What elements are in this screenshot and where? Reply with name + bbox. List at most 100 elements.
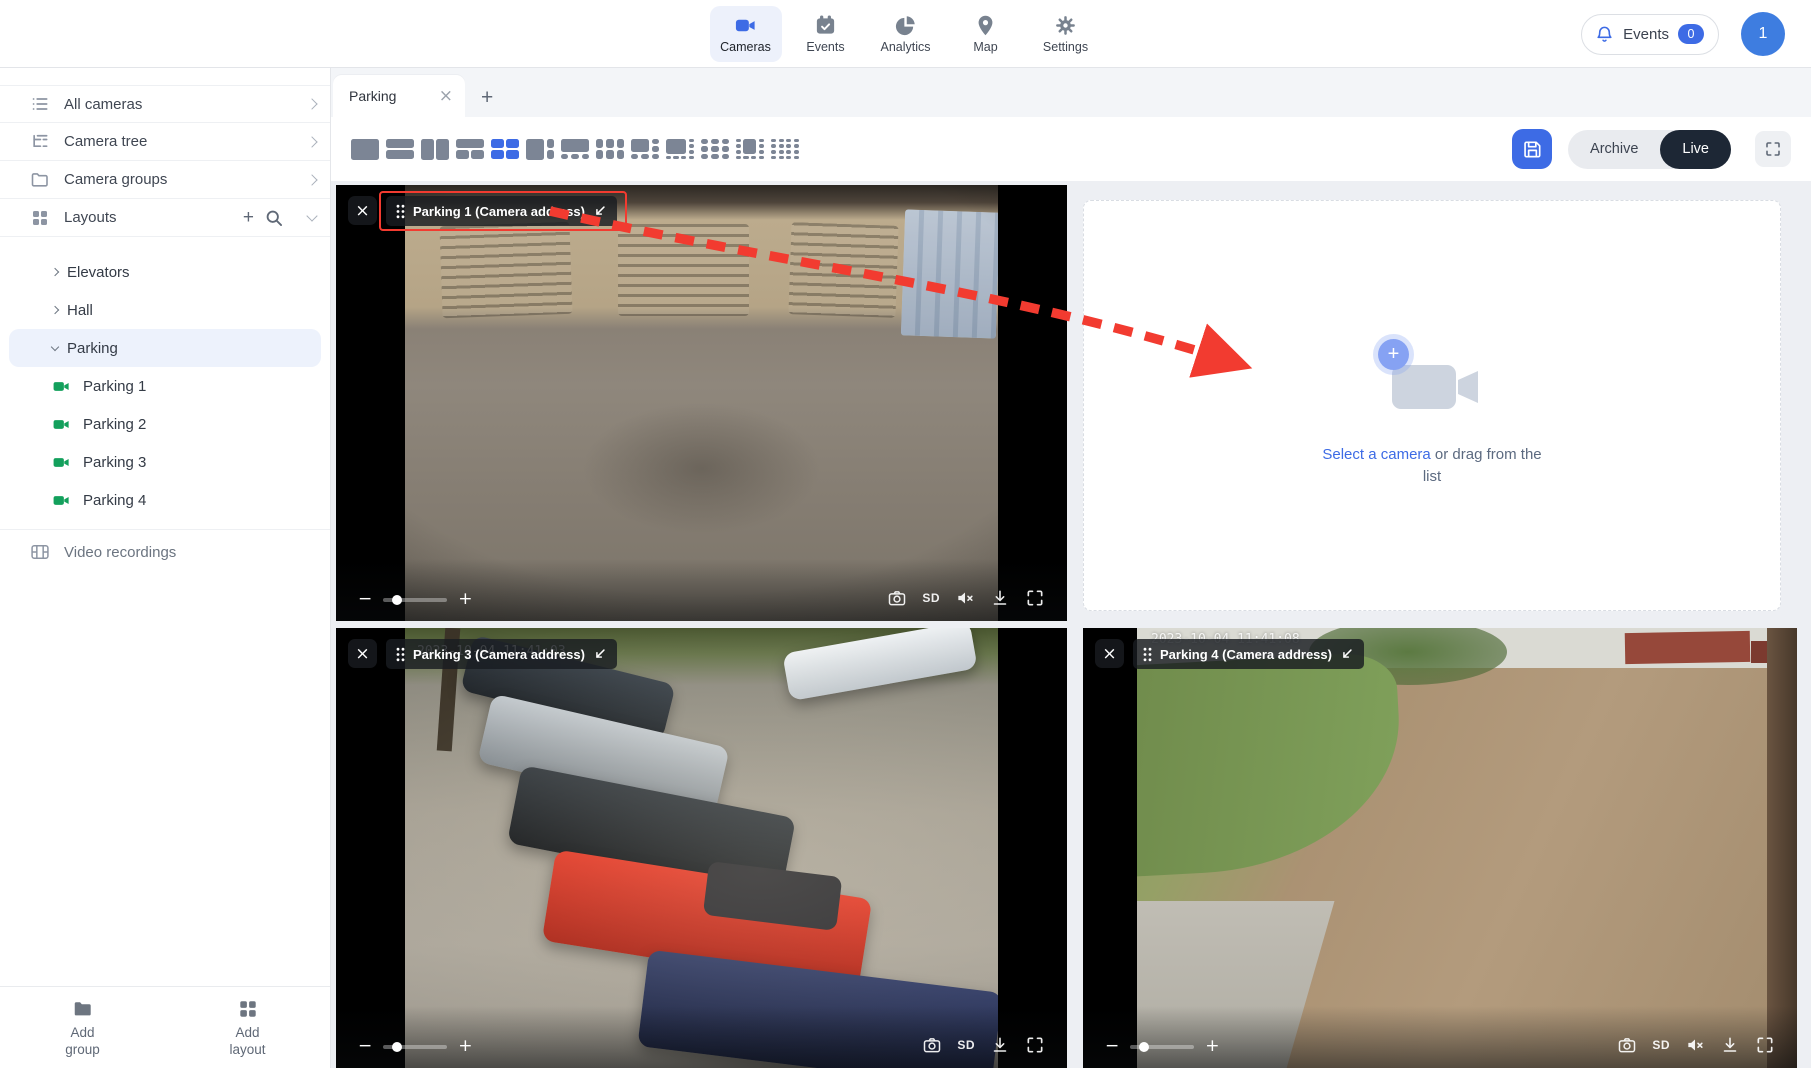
camera-item-label: Parking 2 <box>83 416 146 433</box>
zoom-slider[interactable] <box>383 598 447 602</box>
user-avatar[interactable]: 1 <box>1741 12 1785 56</box>
search-icon[interactable] <box>264 208 284 228</box>
mute-icon[interactable] <box>955 588 975 608</box>
camera-item-parking-1[interactable]: Parking 1 <box>0 367 330 405</box>
fullscreen-layout-button[interactable] <box>1755 131 1791 167</box>
nav-label-map: Map <box>973 40 997 54</box>
tab-parking[interactable]: Parking × <box>333 75 465 117</box>
zoom-slider-handle[interactable] <box>392 595 402 605</box>
sidebar-item-layouts[interactable]: Layouts + <box>0 199 330 237</box>
snapshot-icon[interactable] <box>887 588 907 608</box>
empty-camera-slot[interactable]: + Select a camera or drag from the list <box>1083 185 1797 621</box>
select-camera-link[interactable]: Select a camera <box>1322 446 1430 463</box>
add-camera-plus-icon[interactable]: + <box>1378 339 1409 370</box>
zoom-slider[interactable] <box>383 1045 447 1049</box>
collapse-arrow-icon[interactable] <box>593 204 607 218</box>
quality-badge[interactable]: SD <box>922 591 940 605</box>
tree-item-parking[interactable]: Parking <box>9 329 321 367</box>
camera-title-pill-parking-3[interactable]: Parking 3 (Camera address) <box>386 639 617 669</box>
collapse-arrow-icon[interactable] <box>1340 647 1354 661</box>
camera-item-parking-4[interactable]: Parking 4 <box>0 481 330 519</box>
empty-slot-card[interactable]: + Select a camera or drag from the list <box>1083 200 1781 611</box>
zoom-out-button[interactable]: − <box>1105 1038 1119 1055</box>
layout-1-plus-2-right-icon[interactable] <box>526 139 554 160</box>
sidebar-item-video-recordings[interactable]: Video recordings <box>0 530 330 574</box>
archive-button[interactable]: Archive <box>1568 130 1660 169</box>
layout-2x3-icon[interactable] <box>596 139 624 160</box>
camera-item-label: Parking 3 <box>83 454 146 471</box>
zoom-slider-handle[interactable] <box>392 1042 402 1052</box>
zoom-in-button[interactable]: + <box>458 591 472 608</box>
layout-1-plus-11-icon[interactable] <box>736 139 764 160</box>
fullscreen-icon[interactable] <box>1025 1035 1045 1055</box>
snapshot-icon[interactable] <box>922 1035 942 1055</box>
camera-tile-parking-4[interactable]: 2023-10-04 11:41:08 × Parking 4 (Camera … <box>1083 628 1797 1068</box>
camera-item-parking-3[interactable]: Parking 3 <box>0 443 330 481</box>
download-icon[interactable] <box>1720 1035 1740 1055</box>
tile-controls: − + SD <box>336 559 1067 621</box>
layout-4x4-icon[interactable] <box>771 139 799 160</box>
remove-camera-button[interactable]: × <box>1095 639 1124 668</box>
layout-2-cols-icon[interactable] <box>421 139 449 160</box>
camera-title: Parking 4 (Camera address) <box>1160 647 1332 662</box>
zoom-slider[interactable] <box>1130 1045 1194 1049</box>
app-window: Cameras Events Analytics Map Settings <box>0 0 1811 1068</box>
tree-item-hall[interactable]: Hall <box>0 291 330 329</box>
collapse-arrow-icon[interactable] <box>593 647 607 661</box>
sidebar-item-all-cameras[interactable]: All cameras <box>0 85 330 123</box>
zoom-in-button[interactable]: + <box>1205 1038 1219 1055</box>
layout-1-plus-5-icon[interactable] <box>631 139 659 160</box>
zoom-out-button[interactable]: − <box>358 591 372 608</box>
tree-item-elevators[interactable]: Elevators <box>0 253 330 291</box>
add-layout-button[interactable]: Add layout <box>165 987 330 1068</box>
layout-1-plus-3-bottom-icon[interactable] <box>561 139 589 160</box>
camera-title-pill-parking-4[interactable]: Parking 4 (Camera address) <box>1133 639 1364 669</box>
camera-title-pill-parking-1[interactable]: Parking 1 (Camera address) <box>386 196 617 226</box>
nav-tab-analytics[interactable]: Analytics <box>870 6 942 62</box>
layout-1-plus-7-icon[interactable] <box>666 139 694 160</box>
events-button[interactable]: Events 0 <box>1581 14 1719 55</box>
layout-2-rows-icon[interactable] <box>386 139 414 160</box>
nav-tab-events[interactable]: Events <box>790 6 862 62</box>
nav-tab-map[interactable]: Map <box>950 6 1022 62</box>
chevron-down-icon[interactable] <box>306 210 317 221</box>
tile-action-icons: SD <box>922 1035 1045 1055</box>
snapshot-icon[interactable] <box>1617 1035 1637 1055</box>
zoom-out-button[interactable]: − <box>358 1038 372 1055</box>
sidebar-item-camera-tree[interactable]: Camera tree <box>0 123 330 161</box>
map-pin-icon <box>974 14 997 37</box>
nav-label-settings: Settings <box>1043 40 1088 54</box>
download-icon[interactable] <box>990 588 1010 608</box>
zoom-in-button[interactable]: + <box>458 1038 472 1055</box>
camera-tile-parking-3[interactable]: 2023-10-04 11:41:03 × Parking 3 (Camera … <box>336 628 1067 1068</box>
layout-2x2-icon[interactable] <box>491 139 519 160</box>
add-group-button[interactable]: Add group <box>0 987 165 1068</box>
layout-3x3-icon[interactable] <box>701 139 729 160</box>
tab-close-icon[interactable]: × <box>439 88 453 105</box>
quality-badge[interactable]: SD <box>957 1038 975 1052</box>
fullscreen-icon[interactable] <box>1025 588 1045 608</box>
layout-1-plus-2-bottom-icon[interactable] <box>456 139 484 160</box>
download-icon[interactable] <box>990 1035 1010 1055</box>
remove-camera-button[interactable]: × <box>348 639 377 668</box>
sidebar-item-label: Layouts <box>64 209 243 226</box>
save-layout-button[interactable] <box>1512 129 1552 169</box>
nav-tab-cameras[interactable]: Cameras <box>710 6 782 62</box>
sidebar-item-camera-groups[interactable]: Camera groups <box>0 161 330 199</box>
fullscreen-icon[interactable] <box>1755 1035 1775 1055</box>
video-camera-icon <box>734 14 757 37</box>
scene-vignette <box>1137 628 1797 1068</box>
add-layout-icon[interactable]: + <box>243 208 254 227</box>
camera-tile-parking-1[interactable]: × Parking 1 (Camera address) − + SD <box>336 185 1067 621</box>
camera-item-parking-2[interactable]: Parking 2 <box>0 405 330 443</box>
sidebar: All cameras Camera tree Camera groups La… <box>0 68 331 1068</box>
quality-badge[interactable]: SD <box>1652 1038 1670 1052</box>
zoom-slider-handle[interactable] <box>1139 1042 1149 1052</box>
nav-tab-settings[interactable]: Settings <box>1030 6 1102 62</box>
remove-camera-button[interactable]: × <box>348 196 377 225</box>
live-button[interactable]: Live <box>1660 130 1731 169</box>
new-tab-button[interactable]: + <box>481 87 493 108</box>
mute-icon[interactable] <box>1685 1035 1705 1055</box>
scene-sunlight <box>405 628 998 1068</box>
layout-single-icon[interactable] <box>351 139 379 160</box>
